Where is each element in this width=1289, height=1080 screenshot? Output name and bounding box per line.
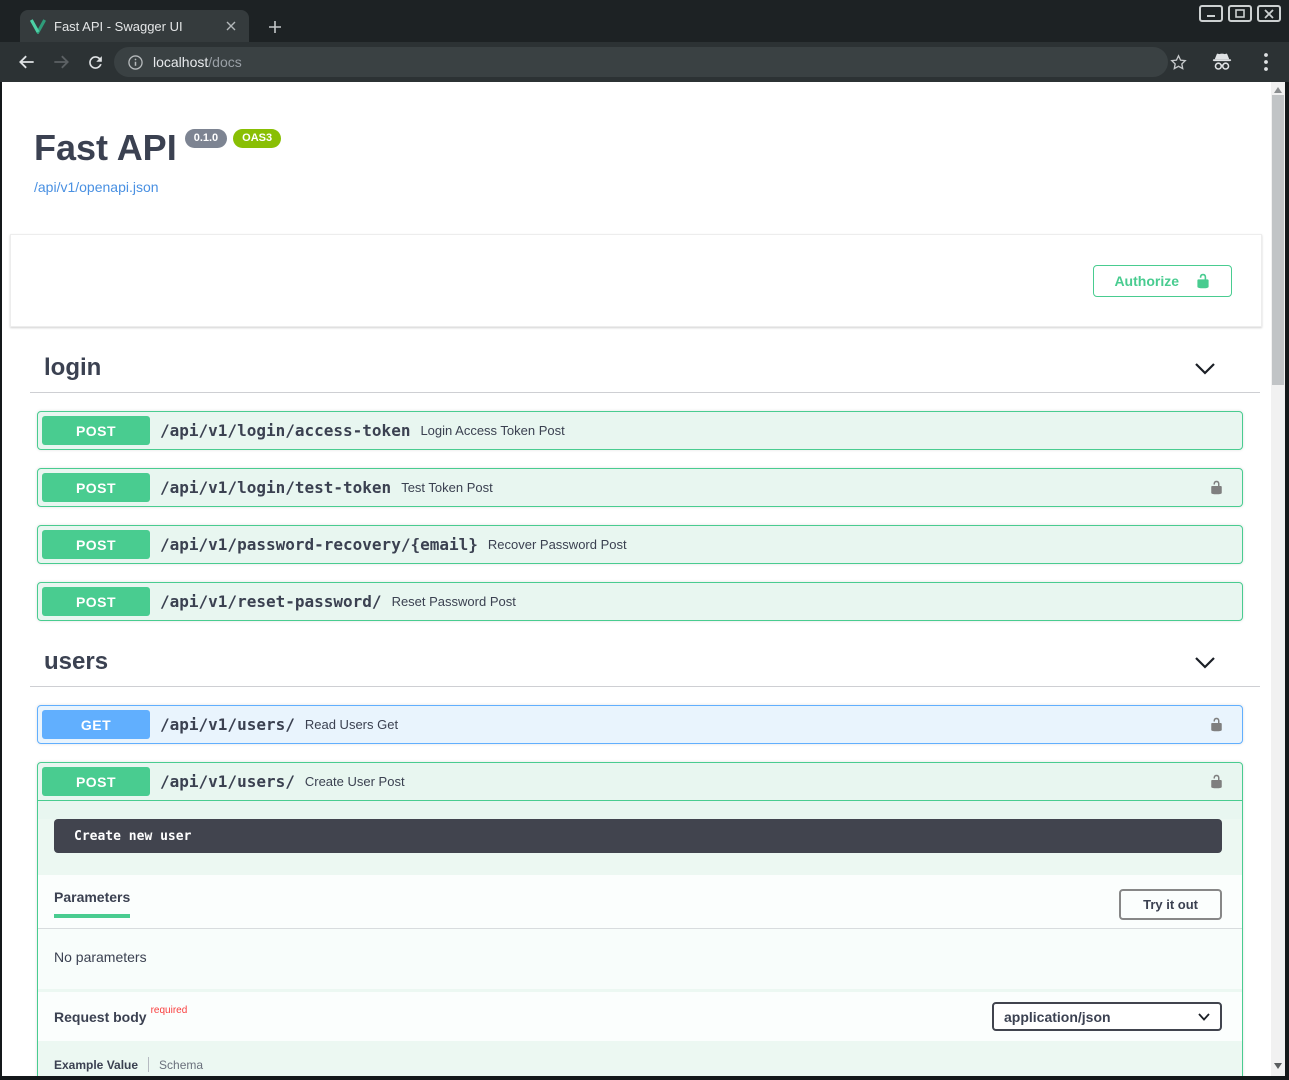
chevron-down-icon[interactable] (1194, 362, 1216, 376)
swagger-ui: Fast API 0.1.0 OAS3 /api/v1/openapi.json… (2, 82, 1271, 1076)
endpoint-path: /api/v1/users/ (160, 715, 295, 734)
unlocked-padlock-icon (1195, 273, 1211, 289)
scrollbar-track[interactable] (1271, 82, 1285, 1076)
select-chevron-icon (1198, 1013, 1210, 1021)
parameters-header: Parameters Try it out (38, 875, 1242, 929)
openapi-spec-link[interactable]: /api/v1/openapi.json (34, 179, 159, 195)
address-bar[interactable]: localhost/docs (114, 47, 1168, 77)
method-badge: POST (42, 416, 150, 445)
endpoint-summary: Test Token Post (401, 480, 493, 495)
section-title: login (44, 354, 1260, 382)
try-it-out-button[interactable]: Try it out (1119, 889, 1222, 920)
authorize-button[interactable]: Authorize (1093, 265, 1232, 297)
favicon-icon (30, 18, 46, 34)
url-host: localhost (153, 54, 208, 70)
schema-tab[interactable]: Schema (159, 1058, 203, 1072)
api-info: Fast API 0.1.0 OAS3 /api/v1/openapi.json (34, 127, 1271, 197)
endpoint-read-users[interactable]: GET /api/v1/users/ Read Users Get (37, 705, 1243, 744)
tab-separator (148, 1057, 149, 1072)
section-users: users GET /api/v1/users/ Read Users Get (2, 648, 1271, 1076)
request-body-label: Request bodyrequired (54, 1009, 187, 1025)
endpoint-summary: Reset Password Post (392, 594, 516, 609)
endpoint-summary: Recover Password Post (488, 537, 627, 552)
section-login-header[interactable]: login (30, 354, 1260, 393)
endpoint-login-test-token[interactable]: POST /api/v1/login/test-token Test Token… (37, 468, 1243, 507)
method-badge: POST (42, 473, 150, 502)
url-text: localhost/docs (153, 54, 242, 70)
url-path: /docs (208, 54, 241, 70)
site-info-icon[interactable] (128, 55, 143, 70)
section-users-header[interactable]: users (30, 648, 1260, 687)
endpoint-login-access-token[interactable]: POST /api/v1/login/access-token Login Ac… (37, 411, 1243, 450)
scroll-down-arrow-icon[interactable] (1274, 1063, 1282, 1069)
incognito-icon (1205, 45, 1239, 79)
endpoint-path: /api/v1/users/ (160, 772, 295, 791)
browser-titlebar: Fast API - Swagger UI (0, 0, 1289, 42)
page-content: Fast API 0.1.0 OAS3 /api/v1/openapi.json… (2, 82, 1285, 1076)
endpoint-path: /api/v1/reset-password/ (160, 592, 382, 611)
media-type-value: application/json (1004, 1009, 1111, 1025)
page-title: Fast API (34, 127, 177, 169)
new-tab-button[interactable] (264, 16, 286, 38)
endpoint-path: /api/v1/password-recovery/{email} (160, 535, 478, 554)
endpoint-summary: Login Access Token Post (420, 423, 564, 438)
request-body-header: Request bodyrequired application/json (38, 992, 1242, 1041)
reload-button[interactable] (78, 45, 112, 79)
example-value-tab[interactable]: Example Value (54, 1058, 138, 1072)
no-parameters-text: No parameters (54, 949, 147, 965)
forward-button[interactable] (44, 45, 78, 79)
browser-tab[interactable]: Fast API - Swagger UI (20, 10, 249, 42)
browser-toolbar: localhost/docs (0, 42, 1289, 82)
section-title: users (44, 648, 1260, 676)
close-button[interactable] (1257, 5, 1281, 22)
parameters-tab: Parameters (54, 889, 130, 918)
media-type-select[interactable]: application/json (992, 1002, 1222, 1031)
model-example: Example Value Schema { (54, 1057, 1222, 1076)
endpoint-create-user[interactable]: POST /api/v1/users/ Create User Post Cre… (37, 762, 1243, 1076)
endpoint-password-recovery[interactable]: POST /api/v1/password-recovery/{email} R… (37, 525, 1243, 564)
tab-close-icon[interactable] (223, 18, 239, 34)
endpoint-path: /api/v1/login/test-token (160, 478, 391, 497)
operation-description: Create new user (54, 819, 1222, 853)
endpoint-path: /api/v1/login/access-token (160, 421, 410, 440)
minimize-button[interactable] (1199, 5, 1223, 22)
endpoint-reset-password[interactable]: POST /api/v1/reset-password/ Reset Passw… (37, 582, 1243, 621)
operation-body: Create new user Parameters Try it out No… (38, 819, 1242, 1076)
auth-lock-icon[interactable] (1209, 717, 1224, 732)
window-controls (1199, 5, 1281, 22)
scrollbar-thumb[interactable] (1272, 95, 1284, 385)
auth-lock-icon[interactable] (1209, 480, 1224, 495)
menu-kebab-icon[interactable] (1249, 45, 1283, 79)
method-badge: POST (42, 767, 150, 796)
section-login: login POST /api/v1/login/access-token Lo… (2, 354, 1271, 621)
required-label: required (147, 1005, 188, 1016)
back-button[interactable] (10, 45, 44, 79)
method-badge: POST (42, 530, 150, 559)
bookmark-star-icon[interactable] (1161, 45, 1195, 79)
scheme-container: Authorize (10, 234, 1262, 327)
method-badge: POST (42, 587, 150, 616)
maximize-button[interactable] (1228, 5, 1252, 22)
chevron-down-icon[interactable] (1194, 656, 1216, 670)
parameters-body: No parameters (38, 929, 1242, 989)
endpoint-summary: Create User Post (305, 774, 405, 789)
endpoint-summary: Read Users Get (305, 717, 398, 732)
scroll-up-arrow-icon[interactable] (1274, 87, 1282, 93)
auth-lock-icon[interactable] (1209, 774, 1224, 789)
browser-window: Fast API - Swagger UI (0, 0, 1289, 1080)
tab-title: Fast API - Swagger UI (54, 19, 215, 34)
version-badge: 0.1.0 (185, 129, 227, 148)
authorize-label: Authorize (1114, 273, 1179, 289)
oas3-badge: OAS3 (233, 129, 281, 148)
method-badge: GET (42, 710, 150, 739)
